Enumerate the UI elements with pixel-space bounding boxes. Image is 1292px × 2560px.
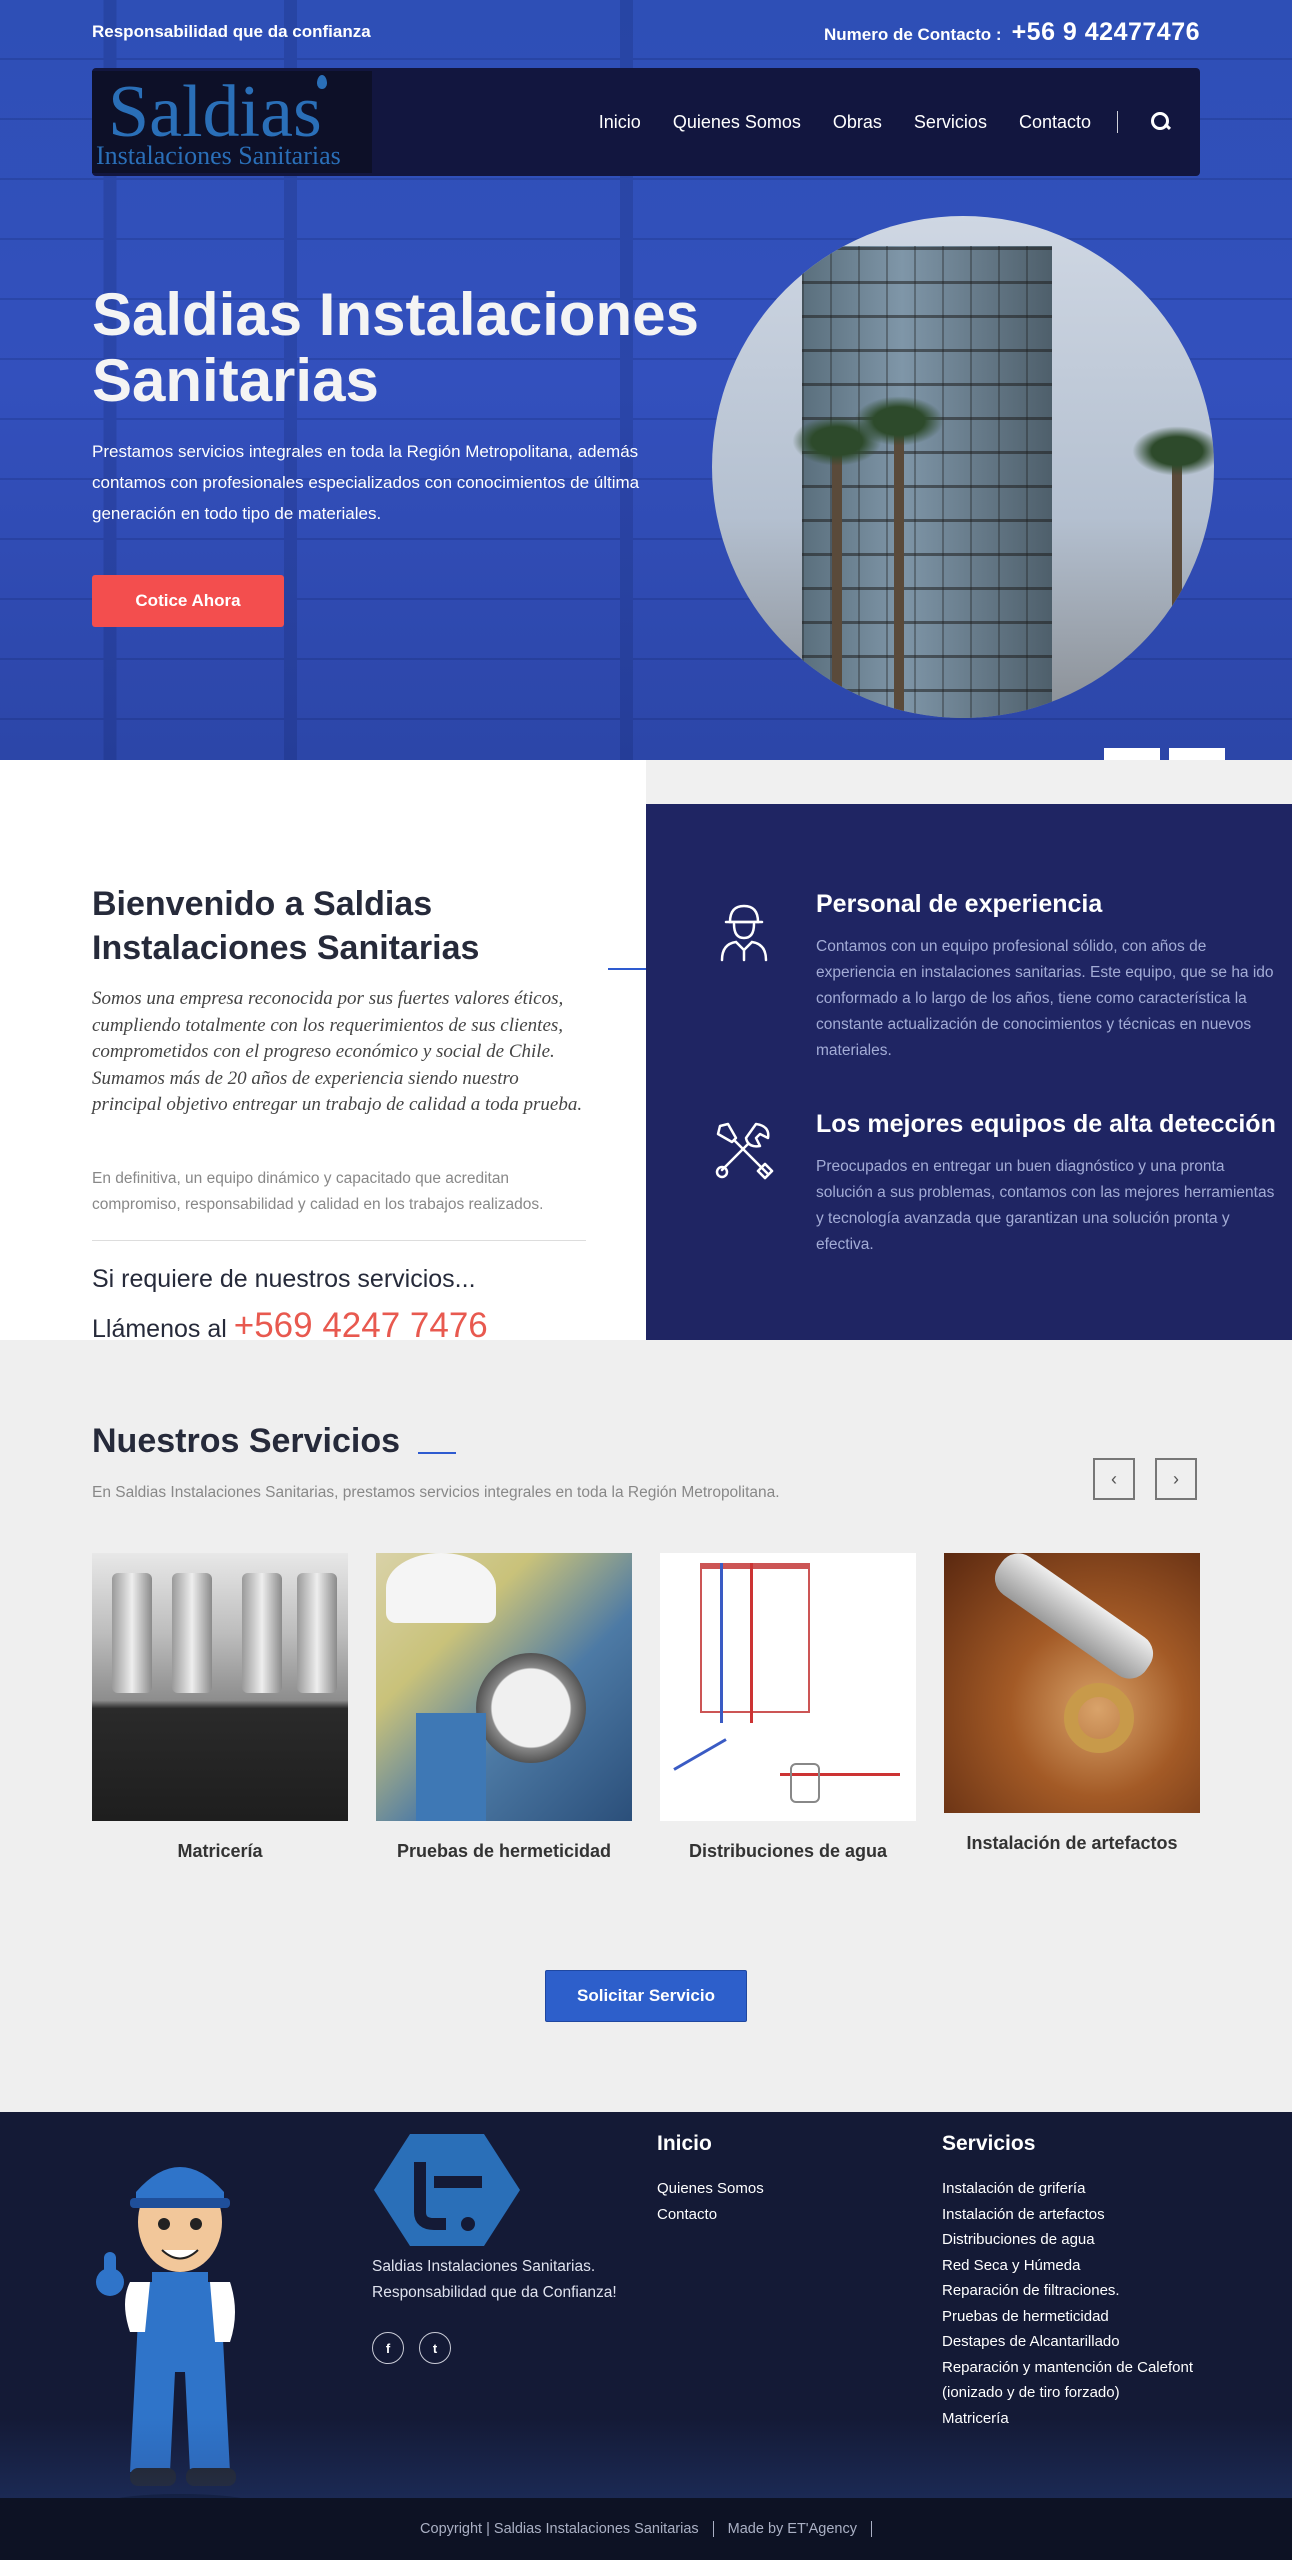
contact-phone[interactable]: +56 9 42477476 (1012, 18, 1200, 47)
copyright-separator (712, 2521, 714, 2537)
footer-desc-line: Responsabilidad que da Confianza! (372, 2284, 617, 2301)
hero-building-image (712, 216, 1214, 718)
services-next-button[interactable]: › (1155, 1458, 1197, 1500)
welcome-request: Si requiere de nuestros servicios... (92, 1265, 476, 1293)
palm-tree (854, 396, 944, 718)
solicitar-servicio-button[interactable]: Solicitar Servicio (545, 1970, 747, 2022)
services-prev-button[interactable]: ‹ (1093, 1458, 1135, 1500)
service-card-artefactos[interactable]: Instalación de artefactos (944, 1553, 1200, 1854)
footer-description: Saldias Instalaciones Sanitarias. Respon… (372, 2254, 617, 2306)
welcome-accent-line (608, 968, 646, 970)
plumber-mascot-image (96, 2167, 241, 2498)
hero-title: Saldias Instalaciones Sanitarias (92, 281, 699, 414)
service-caption: Pruebas de hermeticidad (396, 1841, 612, 1861)
services-section: Nuestros Servicios En Saldias Instalacio… (0, 1340, 1292, 2112)
service-card-distribuciones[interactable]: Distribuciones de agua (660, 1553, 916, 1862)
footer-logo-icon (374, 2134, 520, 2246)
services-title: Nuestros Servicios (92, 1422, 401, 1460)
nav-quienes-somos[interactable]: Quienes Somos (673, 112, 801, 133)
copyright-separator (870, 2521, 872, 2537)
hero-text: Prestamos servicios integrales en toda l… (92, 442, 640, 523)
nav-obras[interactable]: Obras (833, 112, 882, 133)
copyright-bar: Copyright | Saldias Instalaciones Sanita… (0, 2498, 1292, 2560)
services-accent-line (418, 1452, 456, 1454)
footer: Saldias Instalaciones Sanitarias. Respon… (0, 2112, 1292, 2498)
welcome-intro: Somos una empresa reconocida por sus fue… (92, 988, 583, 1115)
copyright-text: Copyright | Saldias Instalaciones Sanita… (420, 2521, 699, 2537)
service-card-matriceria[interactable]: Matricería (92, 1553, 348, 1862)
footer-link-service[interactable]: Reparación y mantención de Calefont (ion… (942, 2355, 1222, 2406)
footer-col-title: Servicios (942, 2132, 1036, 2155)
footer-col-servicios: Servicios Instalación de grifería Instal… (942, 2132, 1222, 2431)
feature-text-equipment: Preocupados en entregar un buen diagnóst… (816, 1158, 1275, 1253)
welcome-title: Bienvenido a Saldias Instalaciones Sanit… (92, 885, 480, 967)
topbar-contact: Numero de Contacto : +56 9 42477476 (824, 18, 1200, 47)
welcome-text: En definitiva, un equipo dinámico y capa… (92, 1170, 544, 1213)
feature-text-experience: Contamos con un equipo profesional sólid… (816, 938, 1274, 1059)
footer-link-service[interactable]: Pruebas de hermeticidad (942, 2304, 1222, 2330)
service-caption: Distribuciones de agua (688, 1841, 888, 1861)
footer-link-service[interactable]: Destapes de Alcantarillado (942, 2329, 1222, 2355)
palm-tree (1132, 426, 1214, 718)
call-prefix: Llámenos al (92, 1315, 227, 1343)
feature-title-experience: Personal de experiencia (816, 890, 1103, 918)
footer-link-service[interactable]: Instalación de grifería (942, 2176, 1222, 2202)
main-nav: Inicio Quienes Somos Obras Servicios Con… (599, 68, 1172, 176)
navbar: Saldias Instalaciones Sanitarias Inicio … (92, 68, 1200, 176)
nav-contacto[interactable]: Contacto (1019, 112, 1091, 133)
hero-prev-button[interactable]: ‹ (1104, 748, 1160, 760)
service-image (92, 1553, 348, 1821)
site-logo[interactable]: Saldias Instalaciones Sanitarias (92, 71, 372, 173)
worker-icon (720, 904, 768, 962)
welcome-section: Bienvenido a Saldias Instalaciones Sanit… (0, 760, 646, 1345)
service-image (944, 1553, 1200, 1813)
nav-servicios[interactable]: Servicios (914, 112, 987, 133)
features-section: Personal de experiencia Contamos con un … (646, 804, 1292, 1340)
contact-label: Numero de Contacto : (824, 25, 1002, 44)
footer-link-service[interactable]: Distribuciones de agua (942, 2227, 1222, 2253)
footer-link-contacto[interactable]: Contacto (657, 2202, 764, 2228)
twitter-icon[interactable]: t (419, 2332, 451, 2364)
footer-col-inicio: Inicio Quienes Somos Contacto (657, 2132, 764, 2227)
topbar-tagline: Responsabilidad que da confianza (92, 22, 371, 41)
footer-link-service[interactable]: Red Seca y Húmeda (942, 2253, 1222, 2279)
service-caption: Instalación de artefactos (966, 1833, 1178, 1853)
nav-inicio[interactable]: Inicio (599, 112, 641, 133)
footer-link-service[interactable]: Reparación de filtraciones. (942, 2278, 1222, 2304)
logo-drop-icon (317, 75, 327, 89)
logo-name: Saldias (108, 71, 322, 153)
footer-link-service[interactable]: Matricería (942, 2406, 1222, 2432)
service-caption: Matricería (177, 1841, 263, 1861)
feature-title-equipment: Los mejores equipos de alta detección (816, 1110, 1276, 1138)
footer-col-title: Inicio (657, 2132, 712, 2155)
made-by-link[interactable]: Made by ET'Agency (728, 2521, 857, 2537)
palm-tree (792, 416, 882, 718)
footer-link-quienes-somos[interactable]: Quienes Somos (657, 2176, 764, 2202)
welcome-divider (92, 1240, 586, 1241)
service-card-hermeticidad[interactable]: Pruebas de hermeticidad (376, 1553, 632, 1862)
search-icon[interactable] (1150, 111, 1172, 133)
footer-link-service[interactable]: Instalación de artefactos (942, 2202, 1222, 2228)
hero-next-button[interactable]: › (1169, 748, 1225, 760)
facebook-icon[interactable]: f (372, 2332, 404, 2364)
cotice-ahora-button[interactable]: Cotice Ahora (92, 575, 284, 627)
tools-icon (715, 1122, 774, 1180)
footer-desc-line: Saldias Instalaciones Sanitarias. (372, 2258, 596, 2275)
service-image (376, 1553, 632, 1821)
services-subtitle: En Saldias Instalaciones Sanitarias, pre… (92, 1484, 780, 1501)
hero-section: Responsabilidad que da confianza Numero … (0, 0, 1292, 760)
service-image (660, 1553, 916, 1821)
nav-divider (1117, 111, 1118, 133)
logo-subtitle: Instalaciones Sanitarias (96, 141, 341, 170)
